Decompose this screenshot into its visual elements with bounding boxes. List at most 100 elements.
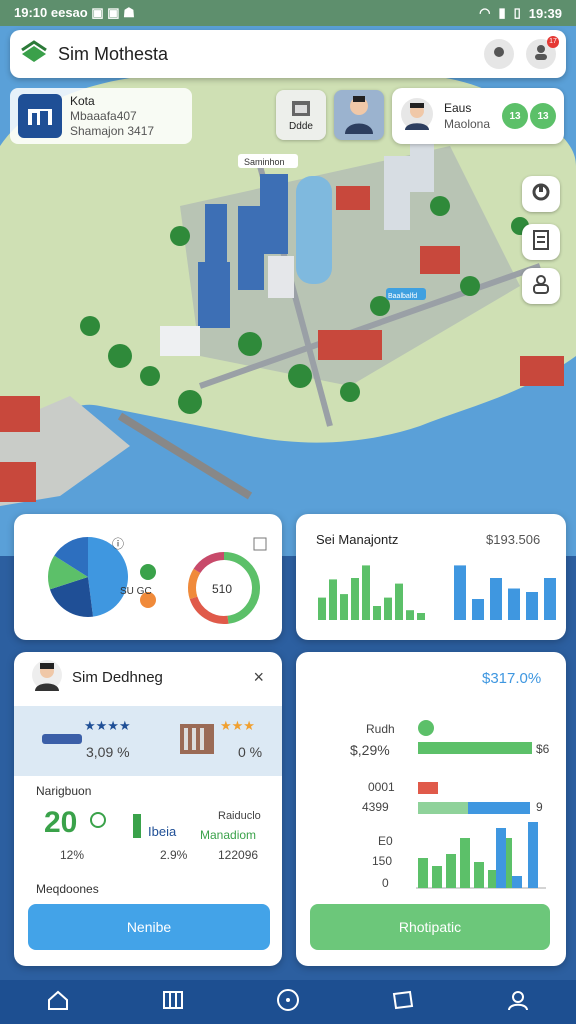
section-label-2: Meqdoones: [36, 882, 99, 896]
home-icon: [46, 989, 70, 1016]
bar-green-5: [373, 606, 381, 620]
player-card[interactable]: Eaus Maolona 13 13: [392, 88, 564, 144]
stats-bars: [418, 822, 538, 888]
app-bar: Sim Mothesta 17: [10, 30, 566, 78]
stat-bar-green-0: [418, 858, 428, 888]
player-name: Eaus: [444, 101, 472, 115]
bar-blue-4: [526, 592, 538, 620]
player-badge-1: 13: [502, 103, 528, 129]
side-button-document[interactable]: [522, 224, 560, 260]
calendar-icon: [290, 98, 312, 121]
bar-green-3: [351, 578, 359, 620]
notification-badge: 17: [547, 36, 559, 48]
search-button[interactable]: [484, 39, 514, 69]
stat-dot-icon: [418, 720, 434, 736]
pie-chart: 510 SU GC ⓘ: [48, 537, 267, 624]
label-right: Manadiom: [200, 828, 257, 842]
pie-mid-label: SU GC: [120, 586, 152, 597]
stat-bar-blue-1: [512, 876, 522, 888]
stat-bar-green-1: [432, 866, 442, 888]
ticket-icon: [391, 989, 415, 1016]
status-time: 19:39: [528, 5, 562, 21]
nav-map[interactable]: [153, 986, 193, 1018]
map-label-2: Baalbalfd: [388, 293, 417, 300]
bar-row2-blue: [468, 802, 530, 814]
stat-bar-green-4: [474, 862, 484, 888]
stats-panel[interactable]: $317.0% Rudh $,29% $6 0001 4399 9 E0 150…: [296, 652, 566, 966]
bar-chart-panel[interactable]: Sei Manajontz $193.506: [296, 514, 566, 640]
map-icon: [161, 989, 185, 1016]
advisor-tile[interactable]: [334, 90, 384, 140]
stats-action-button[interactable]: Rhotipatic: [310, 904, 550, 950]
bar-green-0: [318, 597, 326, 620]
signal-icon: ▮: [498, 5, 506, 20]
profile-button[interactable]: 17: [526, 36, 559, 69]
bar-green-4: [362, 565, 370, 620]
bar-blue-0: [454, 565, 466, 620]
wrench-icon: [531, 182, 551, 207]
nav-home[interactable]: [38, 986, 78, 1018]
bar-green-2: [340, 594, 348, 620]
nav-ticket[interactable]: [383, 986, 423, 1018]
city-logo-icon: [18, 94, 62, 138]
person-icon: [532, 274, 550, 299]
status-left: 19:10 eesao ▣ ▣ ☗: [14, 5, 135, 20]
train-icon: [42, 732, 82, 751]
player-badge-2: 13: [530, 103, 556, 129]
stat-bar-blue-0: [496, 828, 506, 888]
city-info-card[interactable]: Kota Mbaaafa407 Shamajon 3417: [10, 88, 192, 144]
bottom-nav: [0, 980, 576, 1024]
stars-icon-gold: ★★★: [220, 718, 255, 733]
map-label-1: Saminhon: [244, 157, 285, 167]
coin-icon: [90, 812, 106, 833]
build-tile-label: Ddde: [289, 121, 313, 132]
app-logo-icon: [20, 39, 48, 69]
city-line-2: Mbaaafa407: [70, 108, 137, 123]
bar-green-9: [417, 613, 425, 620]
compass-icon: [275, 987, 301, 1018]
bars-blue: [454, 565, 556, 620]
bar-chart-svg: [318, 565, 556, 620]
user-icon: [533, 44, 549, 65]
legend-dot-green: [140, 564, 156, 580]
side-button-profile[interactable]: [522, 268, 560, 304]
profile-icon: [506, 989, 530, 1016]
bar-row2-red: [418, 782, 438, 794]
bar-green-8: [406, 610, 414, 620]
nav-profile[interactable]: [498, 986, 538, 1018]
build-tile[interactable]: Ddde: [276, 90, 326, 140]
donut-center-value: 510: [212, 582, 232, 596]
rating-value-1: 3,09 %: [86, 744, 130, 760]
value-right: 122096: [218, 848, 259, 862]
bar-mini-icon: [132, 812, 142, 843]
info-icon: ⓘ: [112, 537, 124, 551]
building-icon: [178, 720, 216, 761]
stat-bar-blue-2: [528, 822, 538, 888]
battery-icon: ▯: [513, 5, 521, 20]
stat-bar-green-3: [460, 838, 470, 888]
wifi-icon: ◠: [479, 5, 491, 20]
nav-compass[interactable]: [268, 986, 308, 1018]
city-line-3: Shamajon 3417: [70, 123, 155, 138]
bar-green-6: [384, 597, 392, 620]
bar-green-1: [329, 579, 337, 620]
manager-action-button[interactable]: Nenibe: [28, 904, 270, 950]
bar-blue-3: [508, 588, 520, 620]
bar-row2-green: [418, 802, 468, 814]
bar-blue-5: [544, 578, 556, 620]
manager-name: Sim Dedhneg: [72, 668, 163, 686]
pie-panel[interactable]: 510 SU GC ⓘ: [14, 514, 282, 640]
percent-1: 12%: [60, 848, 85, 862]
close-icon[interactable]: ×: [253, 667, 264, 688]
big-stat-value: 20: [44, 806, 78, 839]
search-icon: [492, 45, 506, 64]
expand-icon: [253, 537, 267, 551]
manager-panel[interactable]: Sim Dedhneg × ★★★★ 3,09 % ★★★ 0 % Narigb…: [14, 652, 282, 966]
player-subtitle: Maolona: [444, 117, 491, 131]
manager-avatar: [32, 659, 62, 696]
donut-seg-1: [189, 596, 229, 624]
side-button-tools[interactable]: [522, 176, 560, 212]
percent-2: 2.9%: [160, 848, 188, 862]
advisor-avatar-icon: [343, 94, 375, 137]
bar-blue-2: [490, 578, 502, 620]
